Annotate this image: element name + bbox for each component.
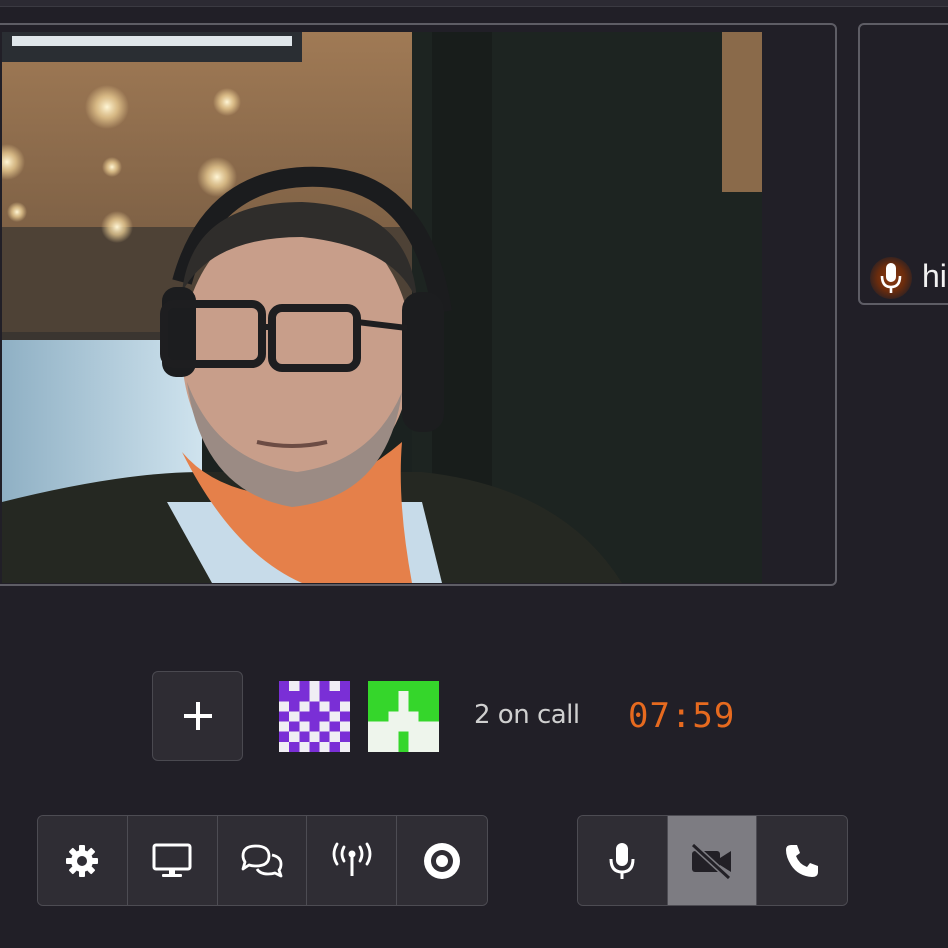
plus-icon [183, 702, 212, 730]
camera-toggle-button[interactable] [667, 816, 758, 905]
microphone-icon [880, 263, 902, 293]
settings-button[interactable] [38, 816, 128, 905]
screen-share-button[interactable] [127, 816, 218, 905]
chat-button[interactable] [217, 816, 308, 905]
window-top-bar [0, 0, 948, 7]
microphone-icon [609, 842, 635, 879]
main-video-tile[interactable] [0, 23, 837, 586]
broadcast-button[interactable] [307, 816, 398, 905]
camera-off-icon [690, 842, 732, 880]
broadcast-icon [332, 842, 372, 876]
side-video-tile[interactable]: hi [858, 23, 948, 305]
participant-count: 2 on call [474, 700, 580, 730]
monitor-icon [152, 843, 192, 877]
phone-icon [786, 844, 819, 877]
call-controls-toolbar [577, 815, 848, 906]
participant-video [2, 32, 762, 583]
participant-name: hi [922, 258, 947, 294]
mute-button[interactable] [578, 816, 668, 905]
chat-icon [241, 844, 283, 877]
speaking-indicator [870, 257, 912, 299]
participant-avatar[interactable] [368, 681, 439, 752]
hang-up-button[interactable] [757, 816, 847, 905]
record-icon [424, 842, 461, 879]
call-timer: 07:59 [628, 696, 736, 736]
add-participant-button[interactable] [152, 671, 243, 761]
gear-icon [66, 844, 99, 877]
record-button[interactable] [397, 816, 487, 905]
call-tools-toolbar [37, 815, 488, 906]
participant-avatar[interactable] [279, 681, 350, 752]
